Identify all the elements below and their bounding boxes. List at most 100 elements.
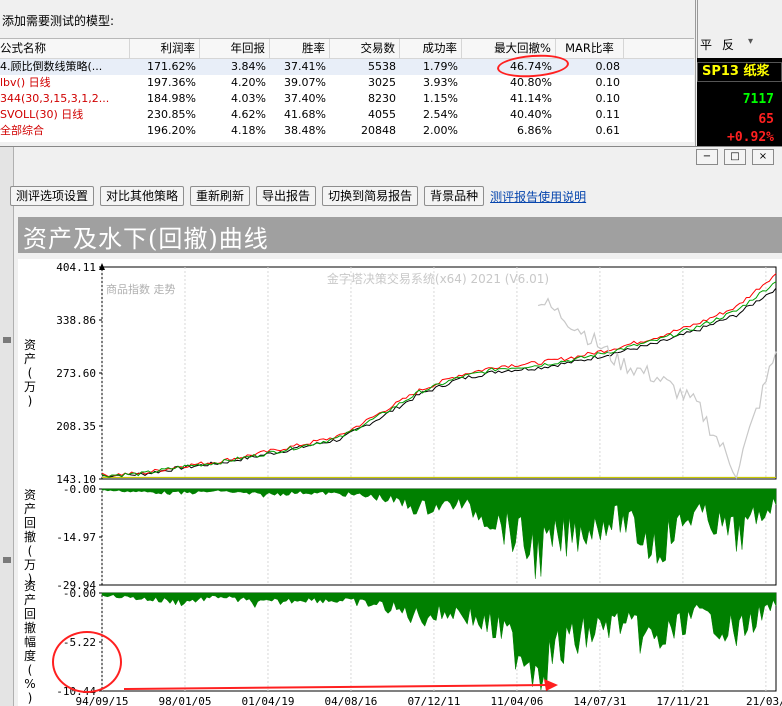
table-cell: 171.62% [147,60,196,73]
y-tick-label: 273.60 [56,367,96,380]
x-tick-label: 04/08/16 [324,695,377,706]
table-row[interactable]: SVOLL(30) 日线 230.85% 4.62% 41.68% 4055 2.54% 4… [0,107,694,123]
table-cell: SVOLL(30) 日线 [0,108,84,121]
rail-marker [3,337,11,343]
column-header[interactable]: 年回报 [200,39,270,58]
y-axis-label-char: 回 [24,607,36,621]
table-cell: 全部综合 [0,124,44,137]
table-cell: 40.80% [510,76,552,89]
y-axis-label-char: 产 [24,352,36,366]
table-cell: 3025 [368,76,396,89]
quote-pct: +0.92% [727,130,774,145]
table-cell: 0.11 [595,108,621,121]
rail-marker [3,557,11,563]
chart-svg: 金字塔决策交易系统(x64) 2021 (V6.01) 商品指数 走势 404.11… [24,261,782,706]
y-axis-label-char: 资 [24,488,36,502]
column-header[interactable]: MAR比率 [556,39,624,58]
y-axis-label-char: 回 [24,516,36,530]
table-cell: 1.15% [423,92,458,105]
quote-title: SP13 纸浆 [697,62,782,82]
table-cell: 197.36% [147,76,196,89]
test-options-button[interactable]: 测评选项设置 [10,186,95,206]
model-dialog: 添加需要测试的模型: 公式名称 利润率 年回报 胜率 交易数 成功率 最大回撤% MAR比率 … [0,0,696,146]
table-cell: 40.40% [510,108,552,121]
table-body: 4.顾比倒数线策略(... 171.62% 3.84% 37.41% 5538 1.79%… [0,59,694,139]
y-axis-label-char: ( [28,663,33,677]
table-cell: 4055 [368,108,396,121]
quote-panel: 平 反 ▾ SP13 纸浆 7117 65 +0.92% [697,0,782,146]
chevron-down-icon[interactable]: ▾ [748,36,753,47]
report-toolbar: 测评选项设置 对比其他策略 重新刷新 导出报告 切换到简易报告 背景品种 测评报… [10,185,586,207]
y-tick-label: 404.11 [56,261,96,274]
x-tick-label: 01/04/19 [241,695,294,706]
column-header[interactable]: 利润率 [130,39,200,58]
y-tick-label: -0.00 [63,587,96,600]
table-cell: 3.84% [231,60,266,73]
table-cell: 0.10 [595,92,621,105]
quote-toolbar: 平 反 ▾ [697,0,782,58]
table-cell: 4.03% [231,92,266,105]
column-header[interactable]: 胜率 [270,39,330,58]
y-axis-label-char: ( [28,544,33,558]
quote-tabs: 平 反 ▾ [700,36,782,56]
table-cell: 37.41% [284,60,326,73]
table-cell: 2.00% [423,124,458,137]
chart-banner: 资产及水下(回撤)曲线 [18,217,782,253]
y-axis-label-char: 幅 [24,634,36,649]
tab-fan[interactable]: 反 [722,36,734,53]
table-cell: 344(30,3,15,3,1,2... [0,92,110,105]
banner-title: 资产及水下(回撤)曲线 [23,225,269,253]
table-row[interactable]: 全部综合 196.20% 4.18% 38.48% 20848 2.00% 6.86% 0.6… [0,123,694,139]
y-axis-label-char: 撤 [24,620,36,635]
y-axis-label-char: 资 [24,338,36,352]
refresh-button[interactable]: 重新刷新 [190,186,251,206]
export-report-button[interactable]: 导出报告 [256,186,317,206]
y-tick-label: 208.35 [56,420,96,433]
x-tick-label: 94/09/15 [76,695,129,706]
table-cell: 184.98% [147,92,196,105]
table-cell: 0.10 [595,76,621,89]
y-tick-label: -14.97 [56,531,96,544]
annotation-ellipse [52,631,122,693]
table-cell: 37.40% [284,92,326,105]
column-header[interactable]: 成功率 [400,39,462,58]
x-tick-label: 17/11/21 [656,695,709,706]
table-cell: 0.61 [595,124,621,137]
overlay-label: 商品指数 走势 [106,282,176,296]
minimize-button[interactable]: − [696,149,718,165]
table-cell: 4.顾比倒数线策略(... [0,60,103,73]
tab-ping[interactable]: 平 [700,36,712,53]
chart-panel-frame [101,266,777,480]
left-rail [0,147,14,706]
table-cell: 4.62% [231,108,266,121]
table-cell: 2.54% [423,108,458,121]
table-cell: 5538 [368,60,396,73]
chart-watermark: 金字塔决策交易系统(x64) 2021 (V6.01) [327,271,549,286]
column-header[interactable]: 公式名称 [0,39,130,58]
maximize-button[interactable]: □ [724,149,746,165]
table-cell: 41.14% [510,92,552,105]
y-axis-label-char: ) [28,394,33,408]
y-axis-label-char: % [24,677,35,691]
quote-price: 7117 [742,92,774,107]
table-cell: 230.85% [147,108,196,121]
help-link[interactable]: 测评报告使用说明 [490,188,586,205]
model-table[interactable]: 公式名称 利润率 年回报 胜率 交易数 成功率 最大回撤% MAR比率 4.顾比倒数线策略(.… [0,38,694,142]
table-cell: 39.07% [284,76,326,89]
x-tick-label: 11/04/06 [490,695,543,706]
y-axis-label-char: 撤 [24,529,36,544]
y-axis-label-char: ) [28,691,33,705]
chart-area[interactable]: 金字塔决策交易系统(x64) 2021 (V6.01) 商品指数 走势 404.11… [18,259,782,706]
table-row[interactable]: 344(30,3,15,3,1,2... 184.98% 4.03% 37.40% 82… [0,91,694,107]
close-button[interactable]: × [752,149,774,165]
background-instrument-button[interactable]: 背景品种 [424,186,485,206]
table-row[interactable]: 4.顾比倒数线策略(... 171.62% 3.84% 37.41% 5538 1.79%… [0,59,694,75]
simple-report-button[interactable]: 切换到简易报告 [322,186,419,206]
table-row[interactable]: lbv() 日线 197.36% 4.20% 39.07% 3025 3.93% 40.80… [0,75,694,91]
table-cell: 8230 [368,92,396,105]
compare-strategies-button[interactable]: 对比其他策略 [100,186,185,206]
y-axis-label-char: 产 [24,502,36,516]
x-tick-label: 07/12/11 [407,695,460,706]
table-cell: 3.93% [423,76,458,89]
column-header[interactable]: 交易数 [330,39,400,58]
